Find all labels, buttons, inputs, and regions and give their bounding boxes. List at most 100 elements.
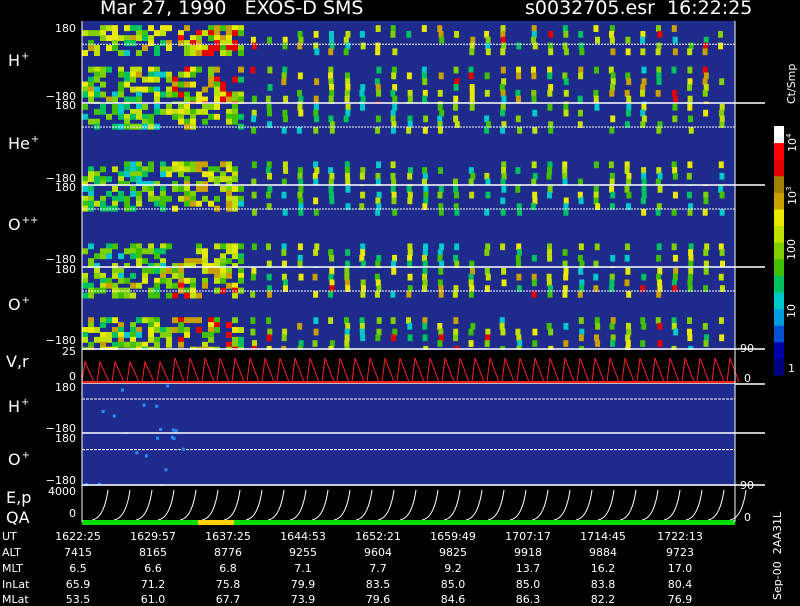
spectrogram-cell	[485, 273, 491, 281]
spectrogram-cell	[88, 292, 94, 299]
spectrogram-cell	[469, 104, 475, 111]
spectrogram-cell	[329, 268, 335, 275]
spectrogram-cell	[156, 436, 160, 440]
spectrogram-cell	[314, 167, 320, 174]
spectrogram-cell	[453, 334, 459, 342]
spectrogram-cell	[184, 166, 190, 173]
ephemeris-value: 80.4	[667, 578, 693, 591]
spectrogram-cell	[202, 86, 208, 93]
spectrogram-cell	[172, 327, 178, 333]
spectrogram-cell	[563, 78, 569, 86]
spectrogram-cell	[501, 279, 507, 287]
panel-label-qa: QA	[6, 508, 30, 527]
spectrogram-cell	[657, 322, 663, 330]
spectrogram-cell	[196, 166, 202, 173]
spectrogram-cell	[313, 161, 319, 169]
spectrogram-cell	[166, 108, 172, 115]
spectrogram-cell	[485, 191, 491, 199]
spectrogram-cell	[112, 414, 116, 418]
spectrogram-cell	[345, 249, 351, 256]
spectrogram-cell	[437, 89, 443, 97]
spectrogram-cell	[453, 66, 459, 74]
spectrogram-cell	[641, 208, 647, 216]
spectrogram-cell	[343, 36, 349, 44]
spectrogram-cell	[281, 249, 287, 256]
spectrogram-cell	[265, 95, 271, 103]
spectrogram-cell	[563, 89, 569, 97]
spectrogram-cell	[328, 78, 334, 86]
spectrogram-cell	[563, 340, 569, 347]
spectrogram-cell	[484, 72, 490, 80]
rtick-e-top: 90	[740, 479, 754, 492]
tick-he-top: 180	[55, 99, 76, 112]
spectrogram-cell	[485, 42, 491, 50]
spectrogram-cell	[130, 282, 136, 289]
spectrogram-cell	[687, 66, 693, 74]
spectrogram-cell	[392, 84, 398, 91]
spectrogram-cell	[516, 243, 522, 251]
spectrogram-cell	[469, 191, 475, 199]
spectrogram-cell	[112, 108, 118, 115]
spectrogram-cell	[625, 109, 631, 117]
spectrogram-cell	[297, 191, 303, 199]
spectrogram-cell	[390, 172, 396, 180]
spectrogram-cell	[672, 115, 678, 123]
spectrogram-cell	[82, 186, 88, 192]
spectrogram-cell	[406, 317, 412, 324]
spectrogram-cell	[532, 126, 538, 134]
spectrogram-cell	[359, 317, 365, 324]
spectrogram-cell	[226, 282, 232, 289]
spectrogram-cell	[484, 268, 490, 275]
spectrogram-cell	[407, 197, 413, 205]
spectrogram-cell	[610, 115, 616, 123]
spectrogram-cell	[184, 50, 190, 57]
spectrogram-cell	[453, 328, 459, 336]
spectrogram-cell	[688, 268, 694, 275]
spectrogram-cell	[136, 71, 142, 78]
spectrogram-cell	[719, 249, 725, 256]
ephemeris-value: 9723	[666, 546, 694, 559]
spectrogram-cell	[329, 340, 335, 347]
spectrogram-cell	[593, 334, 599, 342]
spectrogram-cell	[82, 248, 88, 255]
spectrogram-cell	[313, 104, 319, 111]
spectrogram-cell	[625, 334, 631, 342]
spectrogram-cell	[532, 42, 538, 50]
ephemeris-value: 8165	[139, 546, 167, 559]
spectrogram-cell	[390, 290, 396, 298]
spectrogram-cell	[359, 254, 365, 262]
spectrogram-cell	[624, 243, 630, 251]
spectrogram-cell	[657, 30, 663, 38]
colorbar-segment	[774, 209, 784, 227]
spectrogram-cell	[421, 72, 427, 80]
spectrogram-cell	[106, 317, 112, 324]
spectrogram-cell	[124, 40, 130, 47]
spectrogram-cell	[314, 78, 320, 86]
ephemeris-value: 1644:53	[280, 530, 326, 543]
spectrogram-cell	[142, 45, 148, 52]
ephemeris-label-3: InLat	[2, 578, 30, 591]
spectrogram-cell	[656, 126, 662, 134]
spectrogram-cell	[673, 95, 679, 103]
spectrogram-cell	[232, 176, 238, 183]
spectrogram-cell	[88, 96, 94, 103]
spectrogram-cell	[484, 340, 490, 347]
spectrogram-cell	[593, 191, 599, 199]
spectrogram-cell	[517, 340, 523, 347]
spectrogram-cell	[548, 84, 554, 91]
spectrogram-cell	[375, 48, 381, 56]
spectrogram-cell	[166, 195, 172, 202]
spectrogram-cell	[148, 268, 154, 274]
spectrogram-cell	[82, 292, 88, 299]
spectrogram-cell	[267, 109, 273, 117]
spectrogram-cell	[438, 72, 444, 80]
spectrogram-cell	[547, 290, 553, 298]
spectrogram-cell	[106, 336, 112, 343]
spectrogram-cell	[297, 322, 303, 330]
spectrogram-cell	[100, 108, 106, 115]
spectrogram-cell	[501, 95, 507, 103]
spectrogram-cell	[251, 109, 257, 117]
spectrogram-cell	[329, 126, 335, 134]
spectrogram-cell	[688, 243, 694, 251]
spectrogram-cell	[609, 279, 615, 287]
